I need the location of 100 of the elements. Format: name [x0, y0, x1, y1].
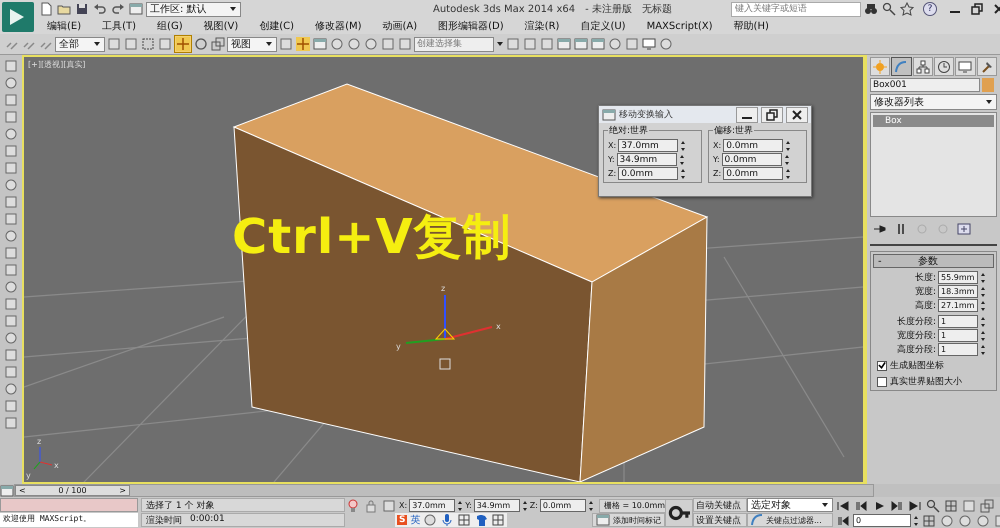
square-icon[interactable] [4, 348, 18, 362]
square-icon[interactable] [4, 246, 18, 260]
help-button[interactable]: ? [923, 2, 937, 16]
value-field[interactable]: 0.0mm [723, 167, 784, 180]
menu-item[interactable]: 组(G) [146, 19, 193, 33]
checkbox[interactable] [877, 360, 887, 370]
monitor-icon[interactable] [642, 37, 656, 51]
window-icon[interactable] [557, 37, 571, 51]
circle-icon[interactable] [4, 76, 18, 90]
restore-icon[interactable] [765, 108, 779, 122]
menu-item[interactable]: 帮助(H) [722, 19, 779, 33]
panel-tab[interactable] [912, 57, 933, 76]
rectangle-select-icon[interactable] [141, 37, 155, 51]
circle-icon[interactable] [659, 37, 673, 51]
value-field[interactable]: 0.0mm [723, 139, 784, 152]
value-field[interactable]: 37.0mm [618, 139, 678, 152]
panel-tab[interactable] [934, 57, 954, 76]
value-field[interactable]: 1 [938, 343, 978, 356]
lightbulb-icon[interactable] [346, 498, 360, 512]
square-icon[interactable] [4, 144, 18, 158]
value-field[interactable]: 1 [938, 329, 978, 342]
window-icon[interactable] [574, 37, 588, 51]
menu-item[interactable]: 编辑(E) [36, 19, 92, 33]
search-field[interactable]: 键入关键字或短语 [731, 2, 861, 16]
set-key-mode-button[interactable]: 设置关键点 [693, 513, 747, 527]
save-icon[interactable] [75, 2, 89, 16]
ime-toolbar[interactable]: S 英 [395, 513, 508, 527]
value-field[interactable]: 34.9mm [616, 153, 677, 166]
spinner-icon[interactable] [980, 330, 986, 342]
square-icon[interactable] [4, 212, 18, 226]
spinner-icon[interactable] [980, 316, 986, 328]
spinner-icon[interactable] [980, 344, 986, 356]
auto-key-button[interactable]: 自动关键点 [693, 498, 747, 512]
spinner-icon[interactable] [980, 272, 986, 284]
square-icon[interactable] [4, 161, 18, 175]
value-field[interactable]: 18.3mm [938, 285, 978, 298]
menu-item[interactable]: 渲染(R) [514, 19, 570, 33]
new-file-icon[interactable] [39, 2, 53, 16]
circle-icon[interactable] [4, 382, 18, 396]
binoculars-icon[interactable] [864, 2, 878, 16]
square-icon[interactable] [124, 37, 138, 51]
spinner-icon[interactable] [980, 300, 986, 312]
slider-thumb[interactable]: < 0 / 100 > [15, 485, 130, 496]
square-icon[interactable] [398, 37, 412, 51]
square-icon[interactable] [158, 37, 172, 51]
value-field[interactable]: 55.9mm [938, 271, 978, 284]
key-mode-dropdown[interactable]: 选定对象 [747, 498, 833, 512]
panel-tab[interactable] [976, 57, 997, 76]
spinner-icon[interactable] [980, 286, 986, 298]
selection-filter-dropdown[interactable]: 全部 [55, 36, 105, 52]
box-drawing[interactable] [232, 83, 708, 482]
square-icon[interactable] [4, 195, 18, 209]
circle-icon[interactable] [976, 514, 990, 528]
modifier-list-dropdown[interactable]: 修改器列表 [870, 94, 997, 110]
key-filters-button[interactable]: 关键点过滤器... [747, 513, 833, 527]
square-icon[interactable] [4, 93, 18, 107]
configure-icon[interactable] [957, 222, 971, 236]
square-icon[interactable] [506, 37, 520, 51]
next-frame-icon[interactable] [890, 498, 904, 512]
skip-start-icon[interactable] [836, 498, 850, 512]
circle-icon[interactable] [4, 127, 18, 141]
menu-item[interactable]: 修改器(M) [304, 19, 372, 33]
lock-icon[interactable] [364, 498, 378, 512]
time-slider[interactable]: < 0 / 100 > [14, 484, 874, 497]
object-color-swatch[interactable] [982, 78, 994, 92]
square-icon[interactable] [107, 37, 121, 51]
skip-end-icon[interactable] [908, 498, 922, 512]
magnifier-icon[interactable] [926, 498, 940, 512]
grid-icon[interactable] [922, 514, 936, 528]
square-icon[interactable] [381, 37, 395, 51]
menu-item[interactable]: 视图(V) [192, 19, 248, 33]
square-icon[interactable] [625, 37, 639, 51]
circle-icon[interactable] [958, 514, 972, 528]
square-icon[interactable] [523, 37, 537, 51]
redo-icon[interactable] [111, 2, 125, 16]
workspace-dropdown[interactable]: 工作区: 默认 [146, 2, 241, 16]
circle-icon[interactable] [4, 229, 18, 243]
square-icon[interactable] [4, 416, 18, 430]
move-icon[interactable] [296, 37, 310, 51]
checkbox[interactable] [877, 376, 887, 386]
set-key-button[interactable] [665, 498, 693, 526]
previous-frame-icon[interactable] [854, 498, 868, 512]
value-field[interactable]: 27.1mm [938, 299, 978, 312]
window-icon[interactable] [313, 37, 327, 51]
magnifier-icon[interactable] [882, 2, 896, 16]
named-selection-field[interactable]: 创建选择集 [414, 36, 494, 52]
square-icon[interactable] [4, 399, 18, 413]
previous-frame-icon[interactable] [836, 514, 850, 528]
object-name-field[interactable]: Box001 [870, 78, 980, 92]
star-icon[interactable] [900, 2, 914, 16]
menu-item[interactable]: 图形编辑器(D) [427, 19, 514, 33]
viewport-label[interactable]: [+][透视][真实] [28, 59, 86, 70]
coordinate-field[interactable]: 0.0mm [540, 499, 586, 512]
square-icon[interactable] [4, 59, 18, 73]
undo-icon[interactable] [93, 2, 107, 16]
frame-field[interactable]: 0 [853, 514, 911, 527]
square-icon[interactable] [4, 297, 18, 311]
close-icon[interactable] [790, 108, 804, 122]
menu-item[interactable]: 动画(A) [372, 19, 428, 33]
scale-icon[interactable] [980, 498, 994, 512]
